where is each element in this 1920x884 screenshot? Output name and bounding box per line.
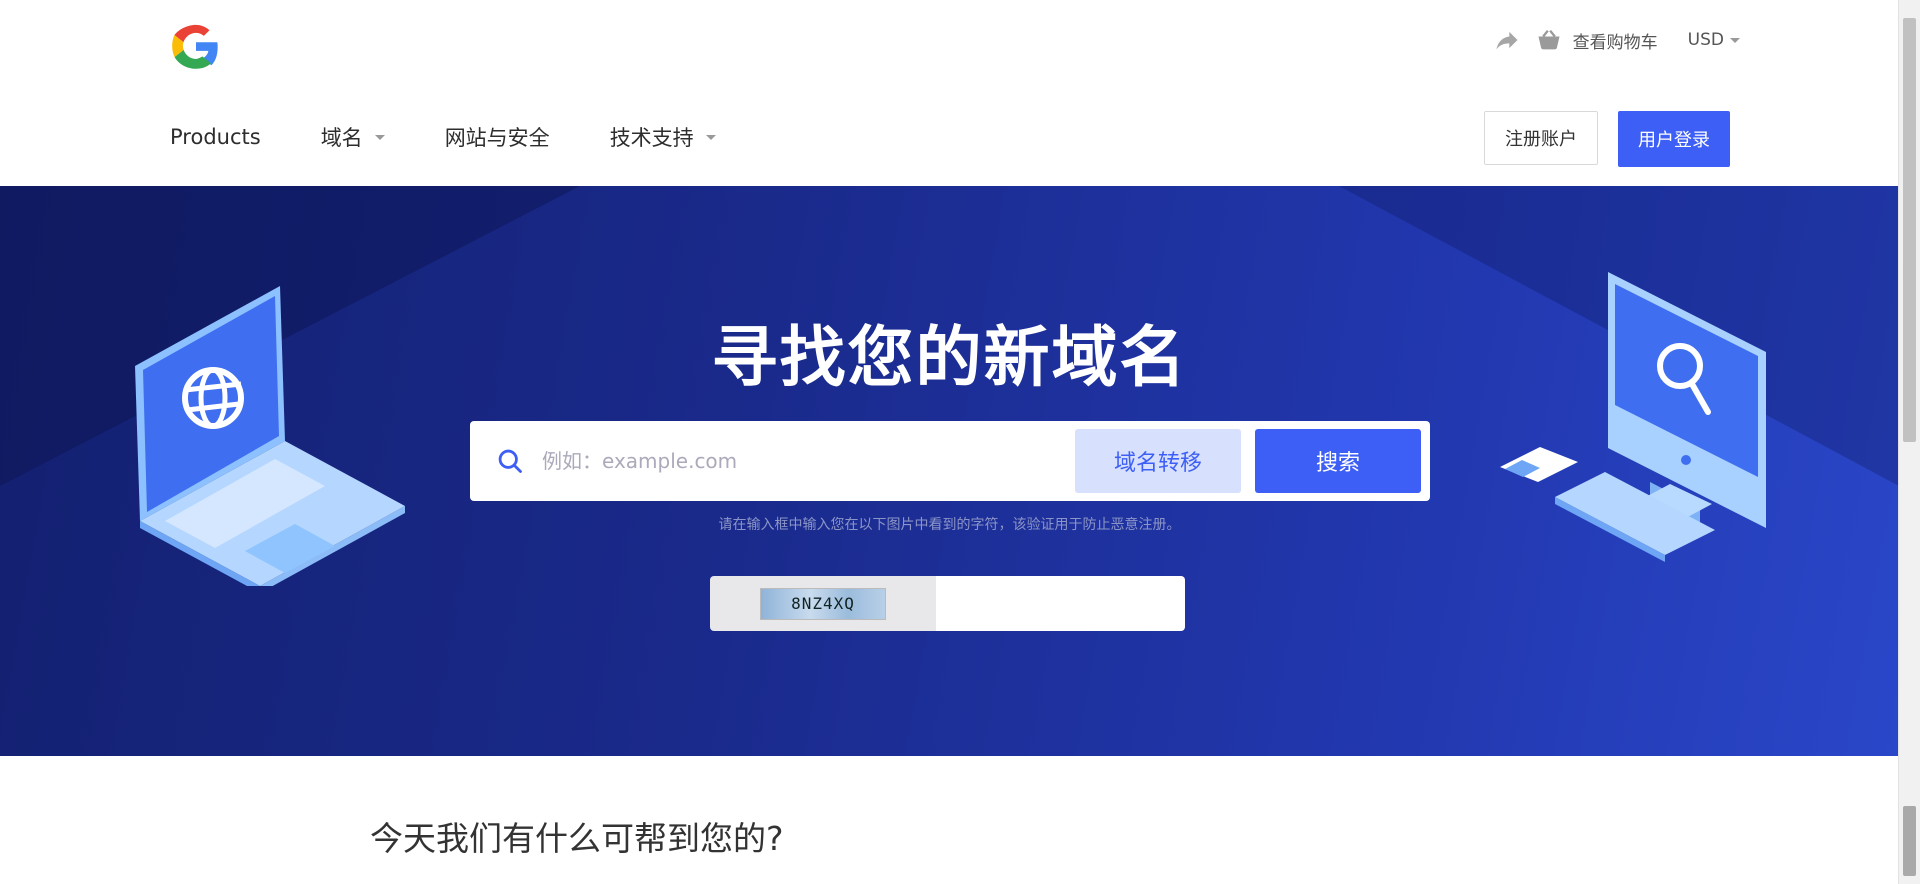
page-scrollbar[interactable] [1898,0,1920,884]
scrollbar-thumb[interactable] [1903,18,1916,442]
cart-label: 查看购物车 [1572,32,1658,53]
domain-transfer-button[interactable]: 域名转移 [1075,429,1241,493]
account-buttons: 注册账户 用户登录 [1484,111,1730,167]
hero-banner: 寻找您的新域名 域名转移 搜索 请在输入框中输入您在以下图片中看到的字符，该验证… [0,186,1899,756]
header-utilities: 查看购物车 USD [1493,26,1740,54]
search-icon [498,449,522,473]
chevron-down-icon [374,134,385,140]
main-nav: Products 域名 网站与安全 技术支持 [170,122,716,152]
google-g-logo-icon[interactable] [170,20,222,72]
currency-selector[interactable]: USD [1688,30,1740,50]
nav-item-domains[interactable]: 域名 [321,122,385,152]
nav-item-website-security[interactable]: 网站与安全 [445,122,550,152]
nav-item-label: 网站与安全 [444,126,550,150]
basket-icon [1538,29,1560,50]
captcha-input[interactable] [936,576,1185,631]
nav-item-support[interactable]: 技术支持 [610,122,716,152]
nav-item-products[interactable]: Products [170,125,261,149]
nav-item-label: Products [170,125,261,149]
domain-search-box: 域名转移 搜索 [470,421,1430,501]
search-button[interactable]: 搜索 [1255,429,1421,493]
scrollbar-thumb-secondary[interactable] [1903,806,1916,876]
chevron-down-icon [1730,37,1740,43]
hero-title: 寻找您的新域名 [711,319,1188,396]
share-arrow-icon[interactable] [1493,26,1521,54]
captcha-image[interactable]: 8NZ4XQ [760,587,886,620]
login-button[interactable]: 用户登录 [1618,111,1730,167]
captcha-hint: 请在输入框中输入您在以下图片中看到的字符，该验证用于防止恶意注册。 [718,517,1181,533]
register-button[interactable]: 注册账户 [1484,111,1598,165]
cart-link[interactable]: 查看购物车 [1535,26,1658,54]
section-title: 今天我们有什么可帮到您的? [370,819,784,858]
domain-search-input[interactable] [540,448,1075,474]
captcha-row: 8NZ4XQ [710,576,1185,631]
currency-label: USD [1687,30,1724,50]
chevron-down-icon [705,134,716,140]
nav-item-label: 技术支持 [609,126,694,150]
captcha-image-area: 8NZ4XQ [710,576,936,631]
captcha-text: 8NZ4XQ [791,594,855,613]
nav-item-label: 域名 [320,126,363,150]
